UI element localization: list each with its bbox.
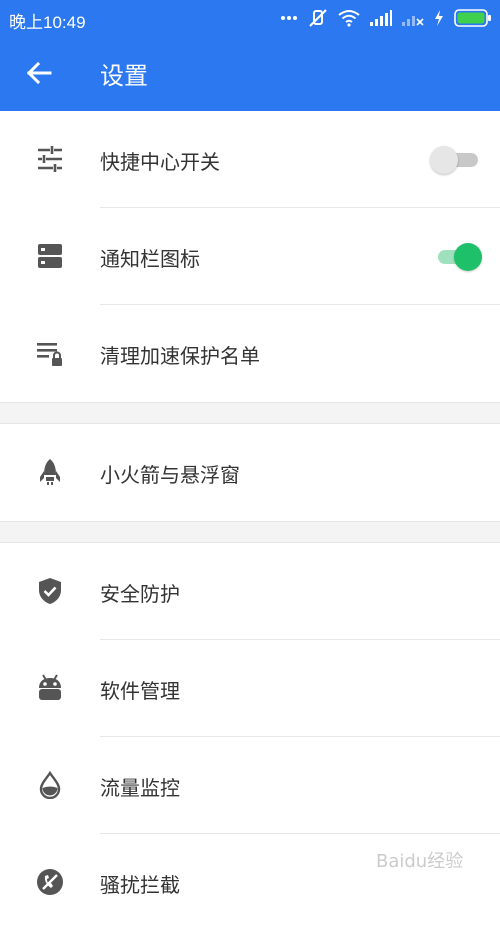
list-item-label: 软件管理 [100, 679, 180, 703]
rocket-icon [40, 459, 60, 485]
list-item-label: 快捷中心开关 [100, 150, 220, 174]
list-item-data-monitor[interactable]: 流量监控 [0, 737, 500, 834]
list-item-quick-center[interactable]: 快捷中心开关 [0, 111, 500, 208]
list-item-notification-icon[interactable]: 通知栏图标 [0, 208, 500, 305]
back-button[interactable] [16, 48, 62, 98]
signal-icon [370, 10, 392, 26]
battery-icon [454, 9, 491, 27]
list-item-harassment-block[interactable]: 骚扰拦截 [0, 834, 500, 931]
toggle-thumb [454, 243, 482, 271]
section-separator [0, 402, 500, 424]
mute-icon [309, 9, 327, 27]
quick-center-toggle[interactable] [430, 145, 482, 175]
list-item-label: 骚扰拦截 [100, 873, 180, 897]
list-item-label: 清理加速保护名单 [100, 344, 260, 368]
charging-icon [435, 10, 443, 26]
page-title: 设置 [100, 62, 148, 90]
list-item-rocket-float[interactable]: 小火箭与悬浮窗 [0, 424, 500, 521]
more-dots-icon [281, 16, 297, 20]
list-item-label: 流量监控 [100, 776, 180, 800]
status-time: 晚上10:49 [9, 13, 86, 32]
settings-list: 快捷中心开关 通知栏图标 清理加速保护名单 小火箭与悬浮窗 安全防护 软件管理 [0, 111, 500, 931]
arrow-left-icon [26, 61, 52, 85]
list-item-label: 安全防护 [100, 582, 180, 606]
header: 晚上10:49 设置 [0, 0, 500, 111]
water-drop-icon [39, 771, 61, 799]
block-call-icon [37, 869, 63, 895]
status-bar: 晚上10:49 [0, 0, 500, 36]
list-lock-icon [37, 343, 62, 366]
list-item-label: 通知栏图标 [100, 247, 200, 271]
notification-icon-toggle[interactable] [434, 242, 482, 272]
android-icon [39, 674, 61, 700]
app-bar: 设置 [0, 36, 500, 111]
sliders-icon [38, 146, 62, 172]
section-separator [0, 521, 500, 543]
list-item-cleanup-whitelist[interactable]: 清理加速保护名单 [0, 305, 500, 402]
list-item-app-manager[interactable]: 软件管理 [0, 640, 500, 737]
shield-check-icon [39, 578, 61, 604]
wifi-icon [338, 10, 360, 27]
signal-x-icon [402, 16, 424, 26]
list-item-security[interactable]: 安全防护 [0, 543, 500, 640]
status-icons [280, 8, 492, 28]
list-item-label: 小火箭与悬浮窗 [100, 463, 240, 487]
toggle-thumb [430, 146, 458, 174]
notification-bar-icon [38, 244, 62, 268]
